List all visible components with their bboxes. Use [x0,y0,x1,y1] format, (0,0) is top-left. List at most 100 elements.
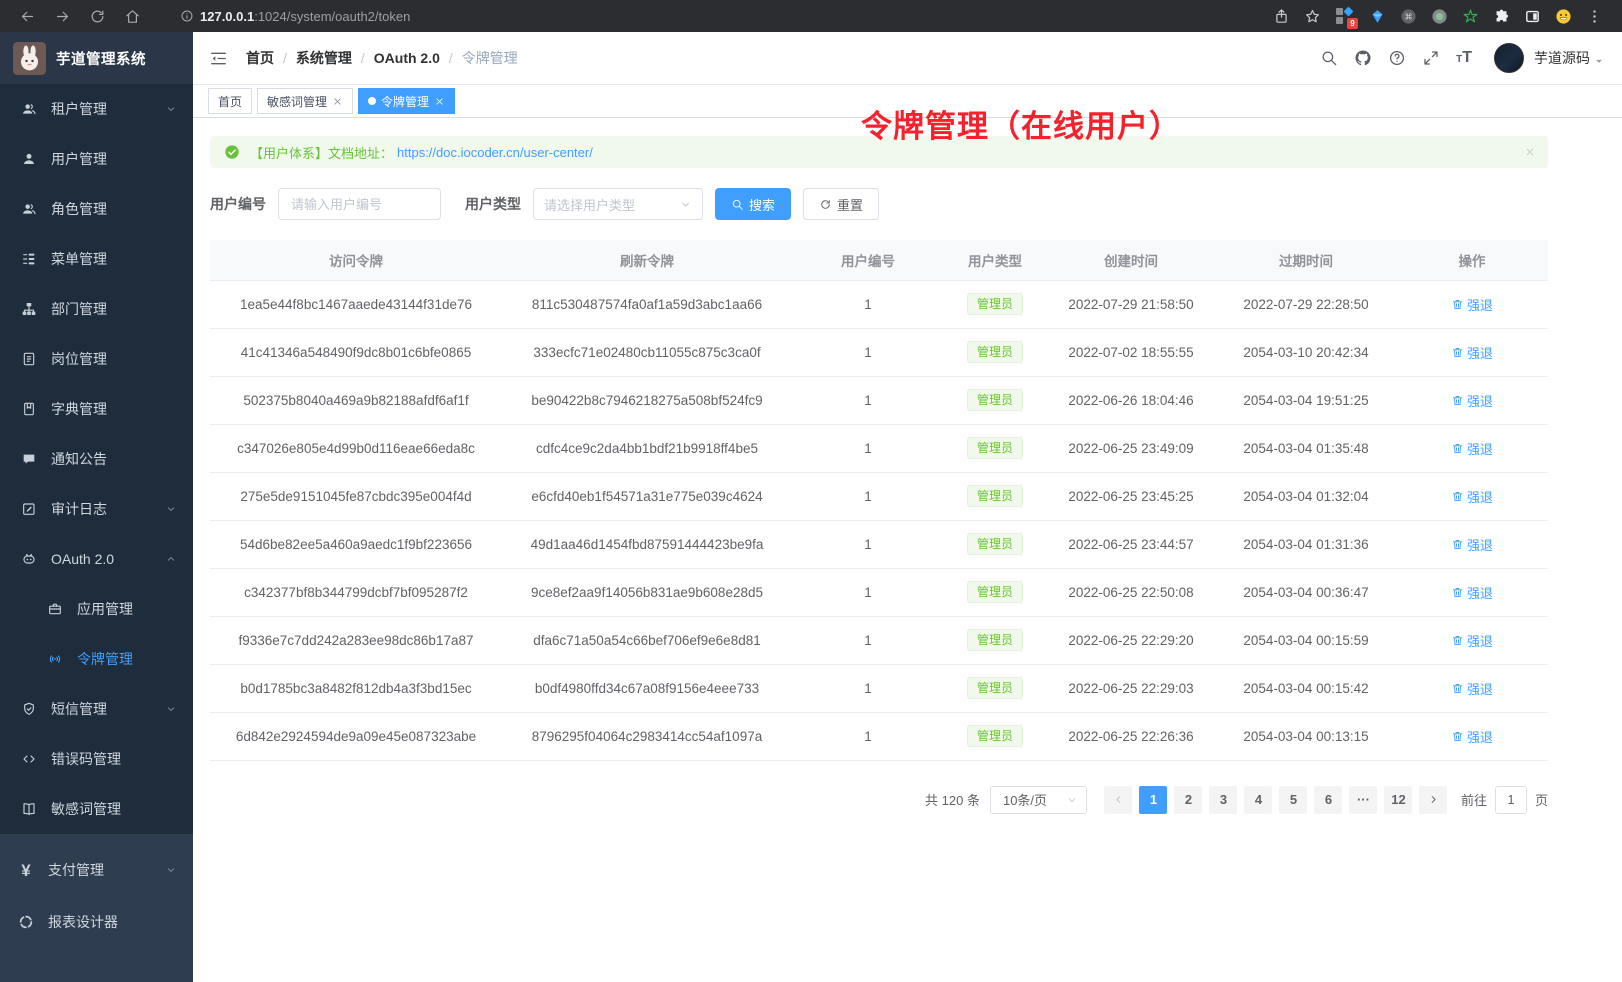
access-token-cell: 41c41346a548490f9dc8b01c6bfe0865 [210,328,502,376]
page-size-select[interactable]: 10条/页 [990,786,1087,814]
fullscreen-icon[interactable] [1422,49,1440,67]
user-name[interactable]: 芋道源码 [1534,48,1590,68]
force-logout-link[interactable]: 强退 [1451,679,1493,698]
prev-page-button[interactable] [1104,786,1132,814]
sidebar-item-oauth2-app[interactable]: 应用管理 [0,584,193,634]
sidebar-item-pay[interactable]: ¥支付管理 [0,844,193,896]
sidebar-item-sensitive-word[interactable]: 敏感词管理 [0,784,193,834]
user-avatar[interactable] [1494,43,1524,73]
refresh-token-cell: 811c530487574fa0af1a59d3abc1aa66 [502,280,792,328]
tab-令牌管理[interactable]: 令牌管理 [358,88,455,114]
force-logout-link[interactable]: 强退 [1451,487,1493,506]
force-logout-link[interactable]: 强退 [1451,535,1493,554]
search-button[interactable]: 搜索 [715,188,791,220]
edit-icon [21,501,37,517]
force-logout-link[interactable]: 强退 [1451,391,1493,410]
url-bar[interactable]: 127.0.0.1:1024/system/oauth2/token [170,4,1262,28]
close-icon[interactable] [434,96,445,107]
sidebar-item-tenant[interactable]: 租户管理 [0,84,193,134]
report-icon [18,914,34,930]
sidebar-item-sms[interactable]: 短信管理 [0,684,193,734]
sidebar-item-label: 字典管理 [51,399,107,419]
bookmark-star-icon[interactable] [1304,8,1321,25]
close-icon[interactable] [332,96,343,107]
sidebar-item-label: OAuth 2.0 [51,551,114,567]
force-logout-link[interactable]: 强退 [1451,295,1493,314]
page-button-2[interactable]: 2 [1174,786,1202,814]
alert-close-icon[interactable] [1524,146,1536,158]
sidebar-item-notice[interactable]: 通知公告 [0,434,193,484]
expire-time-cell: 2054-03-04 00:15:59 [1216,616,1396,664]
sidebar-item-menu[interactable]: 菜单管理 [0,234,193,284]
tab-敏感词管理[interactable]: 敏感词管理 [257,88,353,114]
active-dot [368,97,376,105]
gem-extension-icon[interactable] [1369,8,1386,25]
sidebar-item-report-designer[interactable]: 报表设计器 [0,896,193,948]
help-icon[interactable] [1388,49,1406,67]
sidebar-item-audit-log[interactable]: 审计日志 [0,484,193,534]
force-logout-link[interactable]: 强退 [1451,727,1493,746]
back-icon[interactable] [19,8,36,25]
user-type-select[interactable]: 请选择用户类型 [533,188,703,220]
github-icon[interactable] [1354,49,1372,67]
page-button-6[interactable]: 6 [1314,786,1342,814]
action-cell: 强退 [1396,712,1548,760]
sidebar-toggle-icon[interactable] [209,49,228,68]
force-logout-link[interactable]: 强退 [1451,583,1493,602]
page-button-1[interactable]: 1 [1139,786,1167,814]
command-extension-icon[interactable]: ⌘ [1400,8,1417,25]
next-page-button[interactable] [1419,786,1447,814]
sidebar-item-dept[interactable]: 部门管理 [0,284,193,334]
column-header: 用户编号 [792,240,944,280]
search-icon[interactable] [1320,49,1338,67]
breadcrumb-item[interactable]: 首页 [246,48,274,68]
jump-page-input[interactable] [1495,786,1527,814]
home-icon[interactable] [124,8,141,25]
sidebar-item-error-code[interactable]: 错误码管理 [0,734,193,784]
share-icon[interactable] [1273,8,1290,25]
alert-doc-link[interactable]: https://doc.iocoder.cn/user-center/ [397,145,593,160]
book-icon [21,801,37,817]
splitscreen-extension-icon[interactable] [1524,8,1541,25]
info-icon[interactable] [180,9,194,23]
user-type-badge: 管理员 [967,677,1023,699]
force-logout-link[interactable]: 强退 [1451,631,1493,650]
chevron-down-icon [165,503,177,515]
breadcrumb-item[interactable]: 系统管理 [296,48,352,68]
sidebar-item-post[interactable]: 岗位管理 [0,334,193,384]
expire-time-cell: 2022-07-29 22:28:50 [1216,280,1396,328]
page-button-3[interactable]: 3 [1209,786,1237,814]
breadcrumb-item[interactable]: OAuth 2.0 [374,50,440,66]
page-button-4[interactable]: 4 [1244,786,1272,814]
table-row: c347026e805e4d99b0d116eae66eda8ccdfc4ce9… [210,424,1548,472]
sidebar-item-dict[interactable]: 字典管理 [0,384,193,434]
extension-badge-icon[interactable]: 9 [1336,7,1354,25]
puzzle-extension-icon[interactable] [1493,8,1510,25]
browser-menu-icon[interactable] [1586,8,1603,25]
emoji-extension-icon[interactable] [1555,8,1572,25]
sidebar-item-role[interactable]: 角色管理 [0,184,193,234]
page-button-12[interactable]: 12 [1384,786,1412,814]
star-extension-icon[interactable] [1462,8,1479,25]
sidebar-item-oauth2-token[interactable]: 令牌管理 [0,634,193,684]
force-logout-link[interactable]: 强退 [1451,439,1493,458]
action-cell: 强退 [1396,520,1548,568]
force-logout-link[interactable]: 强退 [1451,343,1493,362]
chevron-down-icon[interactable] [1592,54,1606,68]
reload-icon[interactable] [89,8,106,25]
user-id-cell: 1 [792,472,944,520]
page-button-5[interactable]: 5 [1279,786,1307,814]
forward-icon[interactable] [54,8,71,25]
badge-icon [21,351,37,367]
sidebar-item-user[interactable]: 用户管理 [0,134,193,184]
user-id-input[interactable] [278,188,441,220]
sidebar-item-oauth2[interactable]: OAuth 2.0 [0,534,193,584]
action-cell: 强退 [1396,472,1548,520]
font-size-icon[interactable]: TT [1456,50,1472,66]
page-ellipsis-button[interactable]: ··· [1349,786,1377,814]
recorder-extension-icon[interactable] [1431,8,1448,25]
user-type-badge: 管理员 [967,533,1023,555]
access-token-cell: 1ea5e44f8bc1467aaede43144f31de76 [210,280,502,328]
reset-button[interactable]: 重置 [803,188,879,220]
tab-首页[interactable]: 首页 [208,88,252,114]
